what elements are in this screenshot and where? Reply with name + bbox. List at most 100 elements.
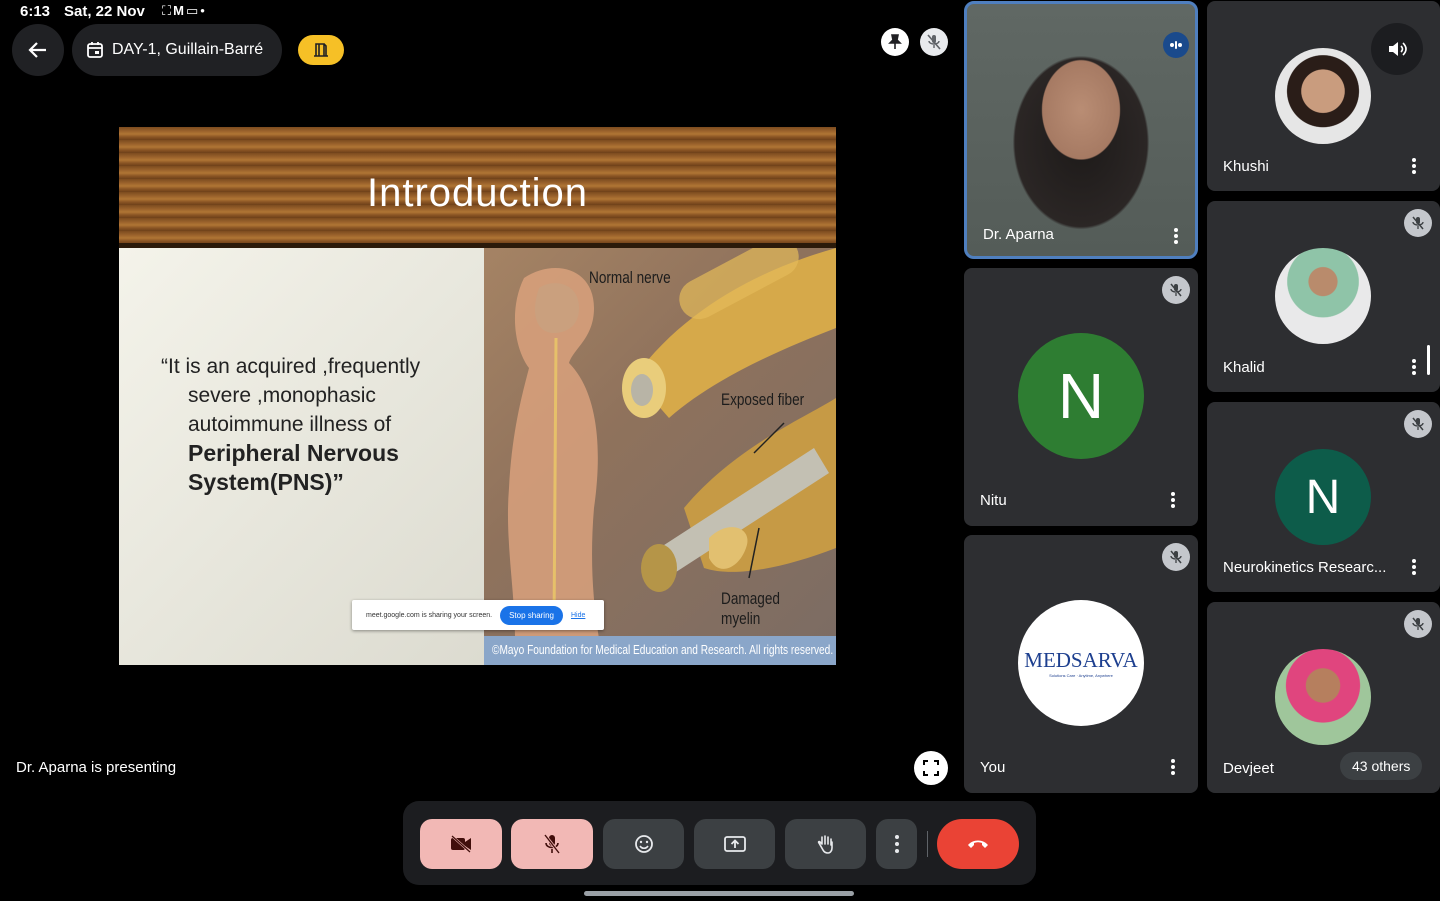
- participant-name: Khushi: [1223, 158, 1269, 175]
- emoji-icon: [634, 835, 653, 853]
- arrow-back-icon: [28, 42, 46, 58]
- participant-name: You: [980, 759, 1006, 776]
- participant-tile-you[interactable]: MEDSARVA Solutions Care · Anytime, Anywh…: [964, 535, 1198, 793]
- present-screen-button[interactable]: [694, 819, 775, 869]
- fullscreen-button[interactable]: [914, 751, 948, 785]
- back-button[interactable]: [12, 24, 64, 76]
- video-icon: ▭: [185, 3, 201, 18]
- muted-indicator: [1404, 410, 1432, 438]
- quote-line-5: System(PNS)”: [188, 469, 344, 495]
- screen-share-notice: meet.google.com is sharing your screen. …: [352, 600, 604, 630]
- stop-sharing-button[interactable]: Stop sharing: [500, 605, 563, 625]
- participant-name: Khalid: [1223, 359, 1265, 376]
- mic-toggle-button[interactable]: [511, 819, 593, 869]
- mic-off-icon: [1412, 216, 1424, 230]
- share-message: meet.google.com is sharing your screen.: [366, 611, 493, 619]
- screen-record-icon: ⛶: [162, 3, 174, 18]
- hang-up-icon: [968, 840, 988, 848]
- quote-line-2: severe ,monophasic: [188, 384, 376, 407]
- presentation-area: Introduction “It is an acquired ,frequen…: [0, 0, 956, 793]
- more-vert-icon: [1171, 759, 1175, 775]
- meeting-title-chip[interactable]: DAY-1, Guillain-Barré: [72, 24, 282, 76]
- shared-slide: Introduction “It is an acquired ,frequen…: [119, 127, 836, 665]
- avatar-photo: [1275, 248, 1371, 344]
- logo-text: MEDSARVA: [1024, 648, 1138, 672]
- more-options-button[interactable]: [1404, 553, 1424, 581]
- muted-indicator: [1162, 543, 1190, 571]
- host-controls-button[interactable]: [298, 35, 344, 65]
- mic-off-icon: [1412, 617, 1424, 631]
- muted-indicator: [1404, 209, 1432, 237]
- more-vert-icon: [1412, 559, 1416, 575]
- muted-indicator: [1162, 276, 1190, 304]
- avatar-photo: [1275, 649, 1371, 745]
- quote-line-4: Peripheral Nervous: [188, 440, 399, 466]
- slide-title: Introduction: [366, 171, 589, 215]
- avatar-initial: N: [1275, 449, 1371, 545]
- copyright-bar: ©Mayo Foundation for Medical Education a…: [484, 636, 836, 665]
- speaker-icon: [1389, 42, 1407, 56]
- participant-name: Dr. Aparna: [983, 226, 1054, 243]
- camera-toggle-button[interactable]: [420, 819, 502, 869]
- door-icon: [314, 43, 328, 57]
- more-vert-icon: [1171, 492, 1175, 508]
- others-count-chip[interactable]: 43 others: [1340, 752, 1423, 780]
- reactions-button[interactable]: [603, 819, 684, 869]
- raise-hand-button[interactable]: [785, 819, 866, 869]
- status-time: 6:13: [20, 3, 51, 20]
- more-options-button[interactable]: [1404, 353, 1424, 381]
- more-vert-icon: [1412, 359, 1416, 375]
- participant-tile-neurokinetics[interactable]: N Neurokinetics Researc...: [1207, 402, 1440, 592]
- copyright-text: ©Mayo Foundation for Medical Education a…: [492, 642, 834, 657]
- tiles-scrollbar[interactable]: [1427, 345, 1430, 375]
- gmail-icon: M: [173, 3, 186, 18]
- participant-tile-khushi[interactable]: Khushi: [1207, 1, 1440, 191]
- participant-name: Devjeet: [1223, 760, 1274, 777]
- hide-link[interactable]: Hide: [571, 612, 585, 619]
- more-vert-icon: [1412, 158, 1416, 174]
- controls-divider: [927, 831, 928, 857]
- participant-tile-nitu[interactable]: N Nitu: [964, 268, 1198, 526]
- mic-off-icon: [1170, 550, 1182, 564]
- leave-call-button[interactable]: [937, 819, 1019, 869]
- notification-icons: ⛶M▭•: [162, 3, 207, 19]
- more-options-button[interactable]: [1163, 753, 1183, 781]
- camera-off-icon: [451, 835, 471, 853]
- medsarva-logo: MEDSARVA Solutions Care · Anytime, Anywh…: [1018, 600, 1144, 726]
- logo-subtext: Solutions Care · Anytime, Anywhere: [1049, 673, 1113, 678]
- presenter-muted-indicator: [920, 28, 948, 56]
- more-options-button[interactable]: [1404, 152, 1424, 180]
- muted-indicator: [1404, 610, 1432, 638]
- avatar-initial: N: [1018, 333, 1144, 459]
- fullscreen-icon: [923, 760, 939, 776]
- home-indicator[interactable]: [584, 891, 854, 896]
- participant-tile-khalid[interactable]: Khalid: [1207, 201, 1440, 392]
- mic-off-icon: [1170, 283, 1182, 297]
- calendar-icon: [87, 42, 103, 58]
- speaking-indicator: [1163, 32, 1189, 58]
- more-vert-icon: [894, 835, 899, 853]
- mic-off-icon: [1412, 417, 1424, 431]
- quote-line-1: “It is an acquired ,frequently: [161, 355, 421, 378]
- participant-tile-devjeet[interactable]: Devjeet 43 others: [1207, 602, 1440, 793]
- slide-quote: “It is an acquired ,frequently severe ,m…: [161, 352, 471, 497]
- mic-off-icon: [544, 834, 560, 854]
- audio-level-icon: [1170, 41, 1182, 49]
- mic-off-icon: [927, 34, 941, 50]
- label-exposed-fiber: Exposed fiber: [721, 390, 805, 409]
- label-damaged-myelin: Damaged myelin: [721, 589, 780, 628]
- pin-icon: [888, 34, 902, 49]
- call-controls-bar: [403, 801, 1036, 885]
- participant-tile-aparna[interactable]: Dr. Aparna: [964, 1, 1198, 259]
- more-options-button[interactable]: [876, 819, 917, 869]
- pin-button[interactable]: [881, 28, 909, 56]
- more-options-button[interactable]: [1166, 222, 1186, 250]
- audio-output-button[interactable]: [1371, 23, 1423, 75]
- presenting-label: Dr. Aparna is presenting: [16, 759, 177, 776]
- label-normal-nerve: Normal nerve: [589, 268, 671, 287]
- present-screen-icon: [723, 836, 746, 852]
- avatar-photo: [1275, 48, 1371, 144]
- more-options-button[interactable]: [1163, 486, 1183, 514]
- participant-name: Nitu: [980, 492, 1007, 509]
- meeting-title: DAY-1, Guillain-Barré: [112, 41, 264, 58]
